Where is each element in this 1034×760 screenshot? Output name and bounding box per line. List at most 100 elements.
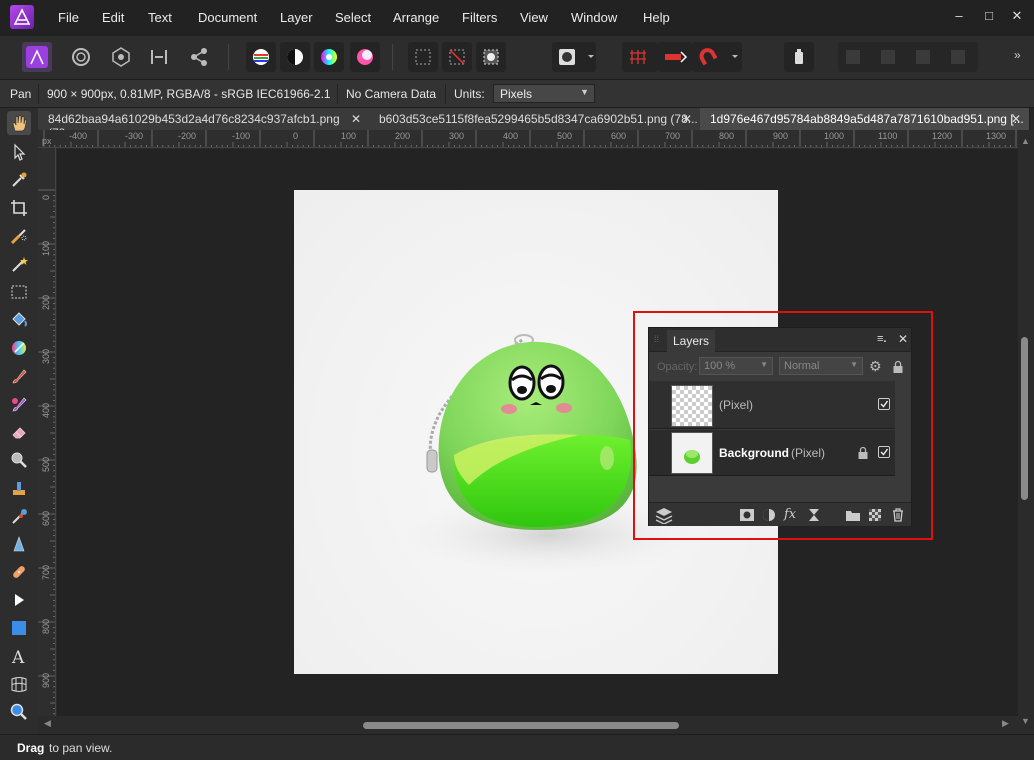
text-tool-icon[interactable]: A: [7, 644, 31, 668]
rectangle-tool-icon[interactable]: [7, 616, 31, 640]
crop-tool-icon[interactable]: [7, 196, 31, 220]
menu-view[interactable]: View: [520, 10, 548, 25]
menu-edit[interactable]: Edit: [102, 10, 124, 25]
tab-document-3[interactable]: 1d976e467d95784ab8849a5d487a7871610bad95…: [700, 108, 1030, 130]
camera-data-label: No Camera Data: [346, 87, 437, 101]
move-tool-icon[interactable]: [7, 140, 31, 164]
invert-selection-icon[interactable]: [476, 42, 506, 72]
ruler-label: -100: [232, 131, 251, 141]
scroll-right-icon[interactable]: ▶: [1002, 718, 1009, 729]
ruler-label: 1200: [932, 131, 953, 141]
color-replacement-brush-icon[interactable]: [7, 392, 31, 416]
horizontal-scroll-thumb[interactable]: [363, 722, 679, 729]
scroll-up-icon[interactable]: ▲: [1021, 136, 1030, 146]
flood-fill-tool-icon[interactable]: [7, 308, 31, 332]
toolbar-overflow-icon[interactable]: »: [1014, 48, 1021, 62]
current-tool-label: Pan: [10, 87, 32, 101]
develop-persona-button[interactable]: [106, 42, 136, 72]
ruler-label: -200: [178, 131, 197, 141]
maximize-button[interactable]: □: [980, 8, 998, 23]
ruler-label: 200: [395, 131, 411, 141]
ruler-label: 1000: [824, 131, 845, 141]
paint-brush-tool-icon[interactable]: [7, 364, 31, 388]
ruler-label: -300: [125, 131, 144, 141]
ruler-label: 100: [41, 240, 51, 256]
menu-help[interactable]: Help: [643, 10, 670, 25]
flood-select-tool-icon[interactable]: [7, 252, 31, 276]
color-picker-tool-icon[interactable]: [7, 168, 31, 192]
photo-persona-button[interactable]: [22, 42, 52, 72]
export-persona-button[interactable]: [184, 42, 214, 72]
menu-bar: File Edit Text Document Layer Select Arr…: [0, 0, 1034, 36]
menu-document[interactable]: Document: [198, 10, 257, 25]
ruler-label: 1100: [878, 131, 898, 141]
ruler-label: 100: [341, 131, 357, 141]
healing-brush-tool-icon[interactable]: [7, 560, 31, 584]
vertical-scroll-thumb[interactable]: [1021, 337, 1028, 500]
context-toolbar: Pan 900 × 900px, 0.81MP, RGBA/8 - sRGB I…: [0, 80, 1034, 108]
white-balance-icon[interactable]: [350, 42, 380, 72]
menu-select[interactable]: Select: [335, 10, 371, 25]
horizontal-ruler: -400 -300 -200 -100 0 100 200 300 400 50…: [38, 130, 1018, 148]
clone-brush-tool-icon[interactable]: [7, 476, 31, 500]
menu-text[interactable]: Text: [148, 10, 172, 25]
ruler-label: 900: [773, 131, 789, 141]
ruler-unit-label: px: [42, 136, 52, 146]
black-white-icon[interactable]: [280, 42, 310, 72]
tab-label: 1d976e467d95784ab8849a5d487a7871610bad95…: [710, 112, 1024, 126]
ruler-label: 1300: [986, 131, 1007, 141]
levels-icon[interactable]: [246, 42, 276, 72]
blur-brush-tool-icon[interactable]: [7, 504, 31, 528]
tab-document-1[interactable]: 84d62baa94a61029b453d2a4d76c8234c937afcb…: [38, 108, 370, 140]
scroll-left-icon[interactable]: ◀: [44, 718, 51, 729]
ruler-label: 300: [41, 348, 51, 364]
sharpen-brush-tool-icon[interactable]: [7, 532, 31, 556]
ruler-label: 0: [41, 194, 51, 200]
ruler-label: 600: [611, 131, 627, 141]
close-icon[interactable]: ✕: [351, 112, 361, 126]
tab-label: b603d53ce5115f8fea5299465b5d8347ca6902b5…: [379, 112, 698, 126]
tone-mapping-persona-button[interactable]: [144, 42, 174, 72]
quick-mask-icon[interactable]: [552, 42, 596, 72]
gradient-tool-icon[interactable]: [7, 336, 31, 360]
document-info: 900 × 900px, 0.81MP, RGBA/8 - sRGB IEC61…: [47, 87, 331, 101]
close-window-button[interactable]: ✕: [1008, 8, 1026, 24]
affinity-photo-logo-icon: [10, 5, 34, 29]
arrange-buttons-disabled: [838, 42, 978, 72]
document-tabs: 84d62baa94a61029b453d2a4d76c8234c937afcb…: [38, 108, 1034, 140]
tools-panel: A: [0, 108, 38, 734]
menu-file[interactable]: File: [58, 10, 79, 25]
units-dropdown[interactable]: Pixels ▼: [493, 84, 595, 103]
menu-filters[interactable]: Filters: [462, 10, 497, 25]
tab-document-2[interactable]: b603d53ce5115f8fea5299465b5d8347ca6902b5…: [369, 108, 701, 130]
hsl-icon[interactable]: [314, 42, 344, 72]
ruler-label: 700: [665, 131, 681, 141]
ruler-label: 300: [449, 131, 465, 141]
ruler-label: 600: [41, 510, 51, 526]
close-icon[interactable]: ✕: [682, 112, 692, 126]
marquee-tool-icon[interactable]: [7, 280, 31, 304]
snapping-grid-icon[interactable]: [622, 42, 658, 72]
selection-brush-tool-icon[interactable]: [7, 224, 31, 248]
ruler-label: 400: [503, 131, 519, 141]
dodge-burn-tool-icon[interactable]: [7, 448, 31, 472]
node-tool-icon[interactable]: [7, 588, 31, 612]
erase-brush-tool-icon[interactable]: [7, 420, 31, 444]
pan-tool-icon[interactable]: [7, 111, 31, 135]
menu-arrange[interactable]: Arrange: [393, 10, 439, 25]
mesh-warp-tool-icon[interactable]: [7, 672, 31, 696]
menu-window[interactable]: Window: [571, 10, 617, 25]
snapping-magnet-icon[interactable]: [692, 42, 742, 72]
liquify-persona-button[interactable]: [66, 42, 96, 72]
scroll-down-icon[interactable]: ▼: [1021, 716, 1030, 726]
deselect-icon[interactable]: [442, 42, 472, 72]
zoom-tool-icon[interactable]: [7, 700, 31, 724]
force-pixel-alignment-icon[interactable]: [658, 42, 692, 72]
svg-text:A: A: [11, 648, 25, 666]
assistant-manager-icon[interactable]: [784, 42, 814, 72]
close-icon[interactable]: ✕: [1011, 112, 1021, 126]
minimize-button[interactable]: –: [950, 8, 968, 23]
select-all-icon[interactable]: [408, 42, 438, 72]
menu-layer[interactable]: Layer: [280, 10, 313, 25]
chevron-down-icon: ▼: [580, 87, 589, 97]
